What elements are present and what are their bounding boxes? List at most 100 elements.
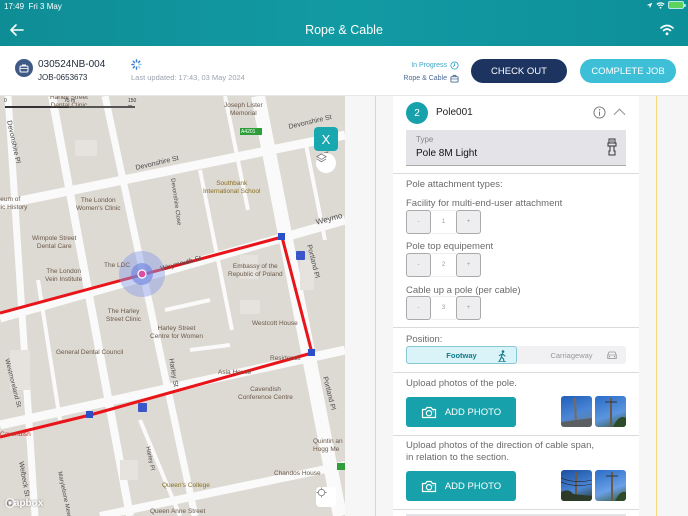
sync-spinner-icon <box>131 59 142 70</box>
complete-job-button[interactable]: COMPLETE JOB <box>580 59 676 83</box>
crosshair-icon <box>316 487 327 498</box>
pole-marker <box>86 411 93 418</box>
increment-button[interactable]: + <box>456 296 481 320</box>
pole-type-value: Pole 8M Light <box>416 148 478 159</box>
position-option-carriageway[interactable]: Carriageway <box>517 346 626 364</box>
map-label-cavendish-conference: Cavendish Conference Centre <box>238 386 293 401</box>
pole-marker <box>308 349 315 356</box>
map-label-embassy-poland: Embassy of the Republic of Poland <box>228 263 283 278</box>
photo-content <box>606 472 626 501</box>
stepper-value[interactable]: 1 <box>431 210 456 234</box>
map-label-queens-college: Queen's College <box>162 482 210 489</box>
top-bar: 17:49 Fri 3 May Rope & Cable <box>0 0 688 46</box>
divider <box>393 372 639 373</box>
span-photo-thumbnail[interactable] <box>595 470 626 501</box>
pole-marker <box>278 233 285 240</box>
pole-type-label: Type <box>416 135 434 144</box>
decrement-button[interactable]: - <box>406 253 431 277</box>
position-label: Position: <box>406 334 443 345</box>
briefcase-outline-icon <box>450 74 459 83</box>
mapbox-logo-icon <box>5 498 15 508</box>
increment-button[interactable]: + <box>456 253 481 277</box>
info-icon[interactable] <box>593 106 606 119</box>
map-view[interactable]: 0 75 m 150 m Harley Street Dental Clinic… <box>0 96 345 516</box>
map-label-asia-house: Asia House <box>218 369 252 376</box>
chevron-up-icon[interactable] <box>613 107 626 117</box>
multi-end-user-stepper: - 1 + <box>406 210 481 234</box>
pole-header[interactable]: 2 Pole001 <box>406 102 626 124</box>
photo-content <box>605 398 626 427</box>
status-job-type: Rope & Cable <box>403 75 447 82</box>
pole-photo-thumbnail[interactable] <box>561 396 592 427</box>
map-label-harley-street-clinic: The Harley Street Clinic <box>106 308 142 323</box>
attachment-label-1: Facility for multi-end-user attachment <box>406 198 563 209</box>
app-root: 17:49 Fri 3 May Rope & Cable 030524NB-00… <box>0 0 688 516</box>
photo-content <box>561 397 592 427</box>
pole-top-equipment-stepper: - 2 + <box>406 253 481 277</box>
map-label-queen-anne-street: Queen Anne Street <box>150 508 206 515</box>
pole-photo-thumbnail[interactable] <box>595 396 626 427</box>
map-label-chandos-house: Chandos House <box>274 470 321 477</box>
map-locate-button[interactable] <box>316 487 336 507</box>
bike-parking-icon <box>138 403 147 412</box>
map-label-general-dental-council: General Dental Council <box>56 349 124 356</box>
last-updated: Last updated: 17:43, 03 May 2024 <box>131 73 245 82</box>
divider <box>393 435 639 436</box>
position-segmented-control: Footway Carriageway <box>406 346 626 364</box>
guide-line-right <box>656 96 657 516</box>
job-header: 030524NB-004 JOB-0653673 Last updated: 1… <box>0 46 688 96</box>
camera-icon <box>421 406 436 418</box>
battery-charging-icon <box>668 1 686 9</box>
map-layers-button[interactable] <box>316 153 336 173</box>
guide-line-left <box>375 96 376 516</box>
add-span-photo-button[interactable]: ADD PHOTO <box>406 471 516 501</box>
attachment-label-2: Pole top equipement <box>406 241 494 252</box>
map-close-button[interactable]: X <box>314 127 338 151</box>
cable-up-pole-stepper: - 3 + <box>406 296 481 320</box>
add-pole-photo-button[interactable]: ADD PHOTO <box>406 397 516 427</box>
decrement-button[interactable]: - <box>406 210 431 234</box>
status-time: 17:49 Fri 3 May <box>4 2 62 11</box>
map-label-the-ldc: The LDC <box>104 262 131 269</box>
car-icon <box>607 351 617 359</box>
map-label-museum: Museum of Medic History <box>0 196 28 211</box>
increment-button[interactable]: + <box>456 210 481 234</box>
status-in-progress: In Progress <box>411 62 447 69</box>
mapbox-attribution[interactable]: mapbox <box>5 498 43 509</box>
decrement-button[interactable]: - <box>406 296 431 320</box>
pole-type-field[interactable]: Type Pole 8M Light <box>406 130 626 166</box>
page-title: Rope & Cable <box>305 23 383 37</box>
pedestrian-icon <box>498 350 506 362</box>
divider <box>393 327 639 328</box>
status-icons <box>646 1 686 9</box>
pole-name: Pole001 <box>436 107 473 118</box>
camera-icon <box>421 480 436 492</box>
map-label-harley-dental: Harley Street Dental Clinic <box>50 96 88 109</box>
job-id: JOB-0653673 <box>38 73 88 82</box>
divider <box>393 509 639 510</box>
map-label-harley-centre-women: Harley Street Centre for Women <box>150 325 203 340</box>
wifi-icon[interactable] <box>660 24 674 36</box>
pole-card: 2 Pole001 Type Pole 8M Light Pole attach… <box>393 96 639 516</box>
map-label-cavendish: Cavendish <box>0 431 31 438</box>
position-option-footway[interactable]: Footway <box>406 346 517 364</box>
pole-number-badge: 2 <box>406 102 428 124</box>
check-out-button[interactable]: CHECK OUT <box>471 59 567 83</box>
briefcase-icon <box>19 64 29 72</box>
map-label-westcott-house: Westcott House <box>252 320 298 327</box>
stepper-value[interactable]: 3 <box>431 296 456 320</box>
attachment-label-3: Cable up a pole (per cable) <box>406 285 521 296</box>
divider <box>393 173 639 174</box>
photo-content <box>561 472 592 501</box>
map-label-london-womens-clinic: The London Women's Clinic <box>76 197 121 212</box>
wifi-status-icon <box>656 1 665 9</box>
road-label-a4201: A4201 <box>241 129 256 135</box>
layers-icon <box>316 153 327 163</box>
attachment-types-title: Pole attachment types: <box>406 179 503 190</box>
map-label-wimpole-dental: Wimpole Street Dental Care <box>32 235 77 250</box>
map-label-london-vein-institute: The London Vein Institute <box>45 268 83 283</box>
span-photo-thumbnail[interactable] <box>561 470 592 501</box>
map-label-southbank-school: Southbank International School <box>203 180 261 195</box>
stepper-value[interactable]: 2 <box>431 253 456 277</box>
upload-pole-label: Upload photos of the pole. <box>406 378 517 389</box>
